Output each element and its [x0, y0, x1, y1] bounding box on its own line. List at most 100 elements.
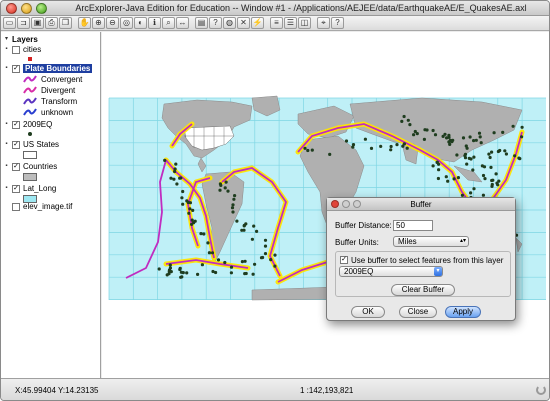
buffer-distance-field[interactable]: 50 — [393, 220, 433, 231]
earthquake-point — [231, 203, 235, 207]
toolbar-separator — [190, 17, 194, 29]
buffer-dialog: Buffer Buffer Distance: 50 Buffer Units:… — [326, 197, 516, 321]
layer-item-plate-boundaries[interactable]: ▪ ✓ Plate Boundaries — [3, 63, 93, 74]
zoom-out-icon[interactable]: ⊖ — [106, 17, 119, 29]
earthquake-point — [187, 211, 191, 215]
measure-icon[interactable]: ↔ — [176, 17, 189, 29]
collapse-icon[interactable]: ▾ — [3, 36, 10, 43]
earthquake-point — [496, 149, 500, 154]
divergent-line-icon — [23, 86, 37, 94]
earthquake-point — [490, 182, 494, 187]
legend-transform: Transform — [23, 96, 77, 106]
print-icon[interactable]: ⎙ — [45, 17, 58, 29]
earthquake-point — [173, 169, 177, 174]
buffer-icon[interactable]: ◍ — [223, 17, 236, 29]
layer-checkbox-lat-long[interactable]: ✓ — [12, 184, 20, 193]
dialog-minimize-button[interactable] — [342, 200, 350, 208]
earthquake-point — [230, 206, 235, 210]
layer-checkbox-plate-boundaries[interactable]: ✓ — [12, 64, 20, 73]
copy-icon[interactable]: ❐ — [59, 17, 72, 29]
buffer-units-select[interactable]: Miles ▴▾ — [393, 236, 469, 247]
hand-icon[interactable]: ✋ — [78, 17, 91, 29]
earthquake-point — [431, 164, 435, 168]
expand-icon[interactable]: ▪ — [3, 141, 10, 148]
earthquake-point — [263, 238, 268, 242]
expand-icon[interactable]: ▪ — [3, 185, 10, 192]
earthquake-point — [190, 218, 194, 222]
dialog-close-button[interactable] — [331, 200, 339, 208]
close-button[interactable]: Close — [399, 306, 437, 318]
expand-icon[interactable]: ▪ — [3, 163, 10, 170]
open-icon[interactable]: ⊐ — [17, 17, 30, 29]
earthquake-point — [174, 162, 178, 166]
earthquake-point — [402, 114, 406, 119]
minimize-window-button[interactable] — [21, 3, 32, 14]
find-icon[interactable]: ⌕ — [162, 17, 175, 29]
legend-2009eq — [23, 129, 32, 139]
use-buffer-checkbox[interactable]: ✓ — [340, 256, 348, 264]
overview-icon[interactable]: ◫ — [298, 17, 311, 29]
earthquake-point — [415, 132, 419, 136]
save-icon[interactable]: ▣ — [31, 17, 44, 29]
apply-button[interactable]: Apply — [445, 306, 481, 318]
clear-buffer-button[interactable]: Clear Buffer — [391, 284, 455, 296]
buffer-units-value: Miles — [398, 237, 417, 246]
earthquake-point — [244, 222, 248, 226]
earthquake-point — [437, 168, 441, 172]
layer-item-lat-long[interactable]: ▪ ✓ Lat_Long — [3, 183, 56, 194]
ok-button[interactable]: OK — [351, 306, 385, 318]
earthquake-point — [488, 155, 492, 160]
earthquake-point — [303, 146, 307, 150]
earthquake-point — [255, 229, 259, 233]
layer-item-elev-image[interactable]: elev_image.tif — [3, 201, 72, 212]
hyperlink-icon[interactable]: ⚡ — [251, 17, 264, 29]
layer-checkbox-us-states[interactable]: ✓ — [12, 140, 20, 149]
projection-icon[interactable]: ⌖ — [317, 17, 330, 29]
earthquake-point — [441, 134, 445, 138]
expand-icon[interactable]: ▪ — [3, 121, 10, 128]
layer-checkbox-cities[interactable] — [12, 45, 20, 54]
layer-checkbox-countries[interactable]: ✓ — [12, 162, 20, 171]
expand-icon[interactable]: ▪ — [3, 65, 10, 72]
full-extent-icon[interactable]: ◎ — [120, 17, 133, 29]
zoom-in-icon[interactable]: ⊕ — [92, 17, 105, 29]
earthquake-point — [306, 148, 310, 153]
new-icon[interactable]: ▭ — [3, 17, 16, 29]
earthquake-point — [163, 158, 167, 162]
earthquake-point — [471, 168, 475, 172]
earthquake-point — [188, 207, 192, 211]
earthquake-point — [444, 175, 448, 179]
close-window-button[interactable] — [6, 3, 17, 14]
earthquake-point — [185, 271, 189, 275]
select-icon[interactable]: ▤ — [195, 17, 208, 29]
layer-item-countries[interactable]: ▪ ✓ Countries — [3, 161, 57, 172]
toolbar-separator — [73, 17, 77, 29]
query-icon[interactable]: ? — [209, 17, 222, 29]
clear-select-icon[interactable]: ✕ — [237, 17, 250, 29]
help-icon[interactable]: ? — [331, 17, 344, 29]
earthquake-point — [478, 135, 482, 139]
dialog-title-bar[interactable]: Buffer — [327, 198, 515, 211]
expand-icon[interactable]: ▪ — [3, 46, 10, 53]
dialog-zoom-button[interactable] — [353, 200, 361, 208]
earthquake-point — [210, 251, 215, 255]
layer-item-us-states[interactable]: ▪ ✓ US States — [3, 139, 59, 150]
layer-checkbox-elev-image[interactable] — [12, 202, 20, 211]
layer-props-icon[interactable]: ≡ — [270, 17, 283, 29]
earthquake-point — [477, 131, 482, 135]
earthquake-point — [448, 142, 452, 146]
layer-select[interactable]: 2009EQ ▾ — [339, 266, 443, 277]
legend-unknown: unknown — [23, 107, 73, 117]
layer-checkbox-2009eq[interactable]: ✓ — [12, 120, 20, 129]
buffer-units-label: Buffer Units: — [335, 238, 379, 247]
city-point-icon — [28, 57, 32, 61]
earthquake-point — [481, 173, 486, 178]
previous-extent-icon[interactable]: ◐ — [134, 17, 147, 29]
zoom-window-button[interactable] — [36, 3, 47, 14]
identify-icon[interactable]: ℹ — [148, 17, 161, 29]
title-bar[interactable]: ArcExplorer-Java Edition for Education -… — [1, 1, 549, 16]
earthquake-point — [253, 262, 257, 266]
legend-icon[interactable]: ☰ — [284, 17, 297, 29]
earthquake-point — [328, 152, 332, 156]
earthquake-point — [445, 136, 449, 140]
